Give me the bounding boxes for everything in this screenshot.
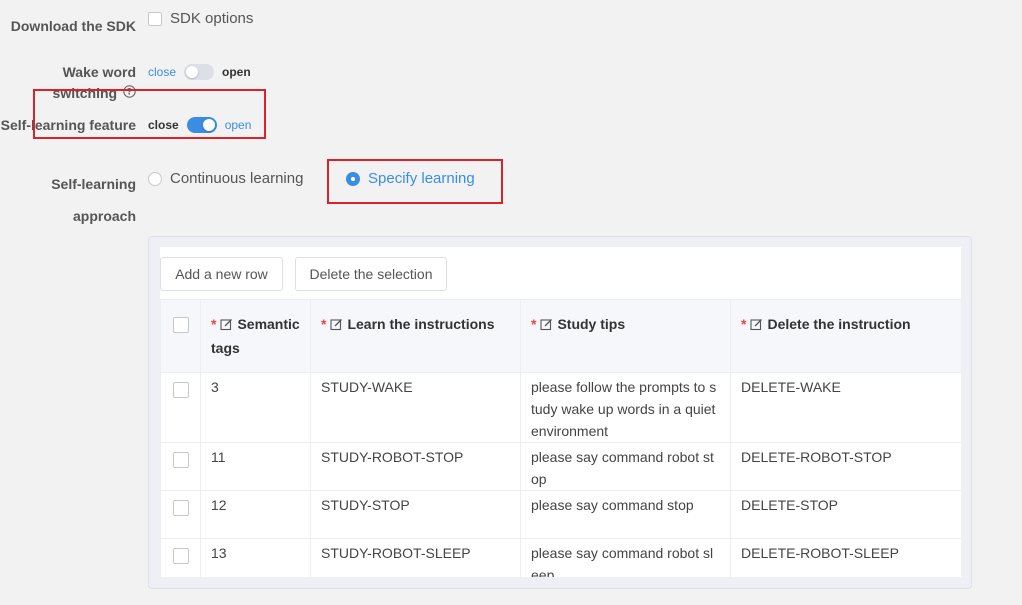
sdk-options-checkbox[interactable] [148,11,162,26]
self-learning-approach-label: Self-learning approach [51,176,136,224]
specify-learning-label: Specify learning [368,170,475,187]
wake-open-label: open [222,65,251,79]
cell-semantic-tag[interactable]: 12 [200,490,311,539]
row-select-cell [160,490,201,539]
cell-study-tip[interactable]: please say command robot stop [520,442,731,491]
cell-study-tip[interactable]: please follow the prompts to study wake … [520,372,731,443]
continuous-learning-label: Continuous learning [170,170,304,187]
select-all-cell [160,299,201,373]
wake-word-toggle[interactable] [184,64,215,80]
instructions-table: * Semantic tags * Learn the instructions *… [160,299,961,577]
specify-learning-radio[interactable] [346,171,360,186]
download-sdk-label: Download the SDK [10,18,136,34]
cell-semantic-tag[interactable]: 13 [200,538,311,577]
row-checkbox[interactable] [173,381,189,398]
table-header-row: * Semantic tags * Learn the instructions *… [160,299,961,373]
cell-learn-instruction[interactable]: STUDY-ROBOT-STOP [310,442,521,491]
self-open-label: open [224,118,252,132]
add-new-row-button[interactable]: Add a new row [160,257,283,291]
edit-icon [750,315,763,337]
self-learning-switch-row: close open [148,117,251,133]
row-select-cell [160,442,201,491]
self-learning-toggle[interactable] [186,117,217,133]
cell-learn-instruction[interactable]: STUDY-ROBOT-SLEEP [310,538,521,577]
delete-selection-button[interactable]: Delete the selection [295,257,447,291]
cell-delete-instruction[interactable]: DELETE-ROBOT-SLEEP [730,538,961,577]
header-semantic-tags: * Semantic tags [200,299,311,373]
table-row[interactable]: 13 STUDY-ROBOT-SLEEP please say command … [160,538,961,577]
cell-delete-instruction[interactable]: DELETE-STOP [730,490,961,539]
sdk-options-checkbox-row[interactable]: SDK options [148,10,253,27]
self-close-label: close [148,118,179,132]
continuous-learning-radio-row[interactable]: Continuous learning [148,170,303,187]
edit-icon [330,315,343,337]
table-row[interactable]: 11 STUDY-ROBOT-STOP please say command r… [160,442,961,491]
cell-delete-instruction[interactable]: DELETE-WAKE [730,372,961,443]
cell-delete-instruction[interactable]: DELETE-ROBOT-STOP [730,442,961,491]
wake-close-label: close [148,65,177,79]
header-learn-instructions: * Learn the instructions [310,299,521,373]
continuous-learning-radio[interactable] [148,171,162,186]
row-checkbox[interactable] [173,451,189,468]
edit-icon [540,315,553,337]
cell-study-tip[interactable]: please say command stop [520,490,731,539]
table-row[interactable]: 3 STUDY-WAKE please follow the prompts t… [160,372,961,443]
required-star: * [741,316,747,332]
wake-word-switch-row: close open [148,64,251,80]
instructions-panel: Add a new row Delete the selection * Sema… [148,236,972,589]
cell-learn-instruction[interactable]: STUDY-STOP [310,490,521,539]
specify-learning-radio-row[interactable]: Specify learning [346,170,475,187]
row-checkbox[interactable] [173,499,189,516]
row-select-cell [160,538,201,577]
instructions-table-container: Add a new row Delete the selection * Sema… [160,247,961,577]
header-delete-instruction: * Delete the instruction [730,299,961,373]
cell-semantic-tag[interactable]: 3 [200,372,311,443]
header-study-tips: * Study tips [520,299,731,373]
table-row[interactable]: 12 STUDY-STOP please say command stop DE… [160,490,961,539]
select-all-checkbox[interactable] [173,317,189,334]
required-star: * [211,316,217,332]
row-checkbox[interactable] [173,547,189,564]
row-select-cell [160,372,201,443]
cell-learn-instruction[interactable]: STUDY-WAKE [310,372,521,443]
edit-icon [220,315,233,337]
cell-semantic-tag[interactable]: 11 [200,442,311,491]
cell-study-tip[interactable]: please say command robot sleep [520,538,731,577]
required-star: * [531,316,537,332]
sdk-options-label: SDK options [170,10,254,27]
required-star: * [321,316,327,332]
